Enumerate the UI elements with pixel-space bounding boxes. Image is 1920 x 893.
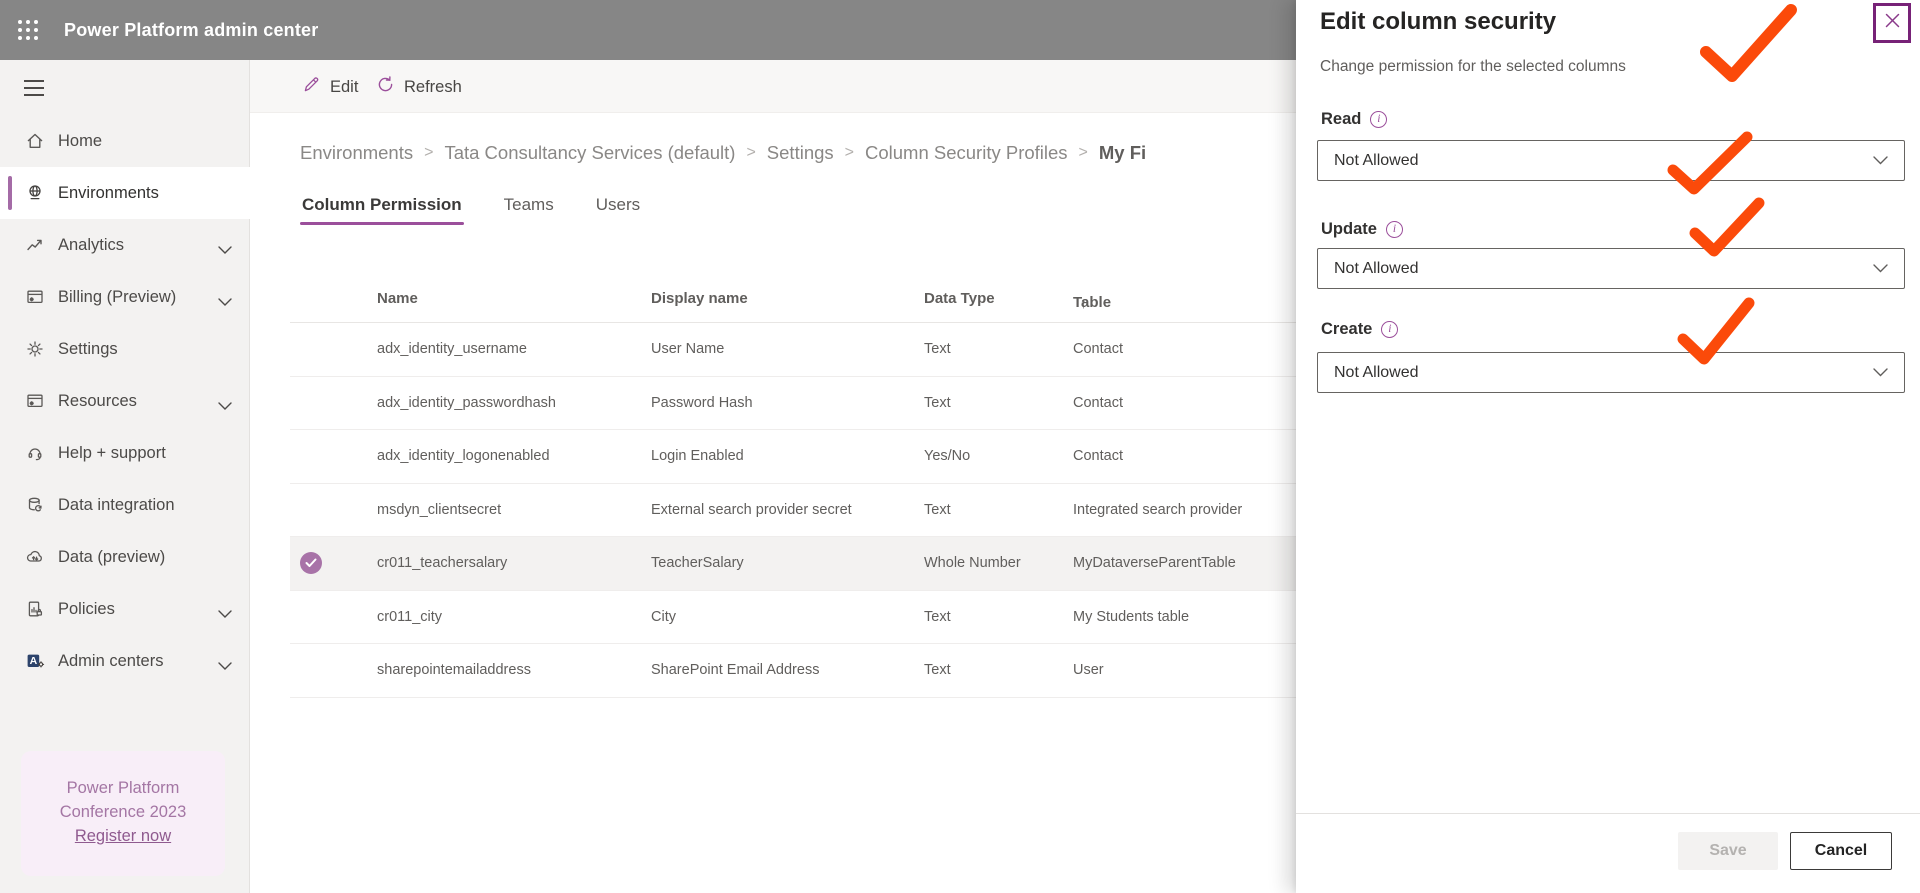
breadcrumb-separator: > <box>1078 144 1088 161</box>
gear-icon <box>24 339 45 360</box>
promo-card: Power Platform Conference 2023 Register … <box>21 751 225 876</box>
tab-teams[interactable]: Teams <box>504 195 554 225</box>
chevron-down-icon <box>218 293 232 311</box>
column-header-data-type[interactable]: Data Type <box>924 289 995 309</box>
save-button[interactable]: Save <box>1678 832 1778 870</box>
tab-bar: Column Permission Teams Users <box>300 192 682 225</box>
breadcrumb-settings[interactable]: Settings <box>767 142 834 164</box>
globe-icon <box>24 183 45 204</box>
edit-column-security-panel: Edit column security Change permission f… <box>1296 0 1920 893</box>
table-header: Name Display name Data Type Table ↑ <box>290 285 1296 323</box>
admin-centers-icon: A <box>24 651 45 672</box>
refresh-button[interactable]: Refresh <box>376 74 462 100</box>
breadcrumb-current: My Fi <box>1098 142 1147 163</box>
breadcrumb-environments[interactable]: Environments <box>300 142 413 164</box>
refresh-label: Refresh <box>404 77 462 96</box>
sidebar-item-policies[interactable]: Policies <box>0 583 250 635</box>
app-title: Power Platform admin center <box>64 19 319 40</box>
panel-subtitle: Change permission for the selected colum… <box>1320 58 1626 75</box>
sidebar-item-resources[interactable]: Resources <box>0 375 250 427</box>
breadcrumb-separator: > <box>844 144 854 161</box>
table-row-selected[interactable]: cr011_teachersalary TeacherSalary Whole … <box>290 537 1296 591</box>
sidebar-item-home[interactable]: Home <box>0 115 250 167</box>
close-button[interactable] <box>1873 3 1911 43</box>
chevron-down-icon <box>218 241 232 259</box>
chevron-down-icon <box>218 605 232 623</box>
sidebar-item-analytics[interactable]: Analytics <box>0 219 250 271</box>
read-field-label: Read i <box>1321 106 1388 132</box>
sidebar-item-admin-centers[interactable]: A Admin centers <box>0 635 250 687</box>
panel-footer: Save Cancel <box>1296 813 1920 893</box>
table-row[interactable]: adx_identity_logonenabled Login Enabled … <box>290 430 1296 484</box>
update-field-label: Update i <box>1321 216 1403 242</box>
info-icon[interactable]: i <box>1370 110 1388 128</box>
update-dropdown[interactable]: Not Allowed <box>1317 248 1905 289</box>
sort-ascending-icon: ↑ <box>1080 295 1087 311</box>
sidebar: Home Environments Analytics Billing (Pre… <box>0 60 250 893</box>
home-icon <box>24 131 45 152</box>
breadcrumb-separator: > <box>424 144 434 161</box>
breadcrumb: Environments > Tata Consultancy Services… <box>300 142 1146 164</box>
billing-icon <box>24 287 45 308</box>
table-row[interactable]: adx_identity_passwordhash Password Hash … <box>290 377 1296 430</box>
selected-check-icon[interactable] <box>300 552 322 575</box>
database-icon <box>24 495 45 516</box>
register-now-link[interactable]: Register now <box>75 824 171 848</box>
sidebar-nav: Home Environments Analytics Billing (Pre… <box>0 115 250 687</box>
column-header-name[interactable]: Name <box>377 289 418 309</box>
table-row[interactable]: sharepointemailaddress SharePoint Email … <box>290 644 1296 698</box>
chevron-down-icon <box>218 397 232 415</box>
column-header-display-name[interactable]: Display name <box>651 289 748 309</box>
promo-line1: Power Platform <box>66 779 180 797</box>
sidebar-item-data-integration[interactable]: Data integration <box>0 479 250 531</box>
sidebar-item-environments[interactable]: Environments <box>0 167 250 219</box>
promo-line2: Conference 2023 <box>59 803 187 821</box>
headset-icon <box>24 443 45 464</box>
close-icon <box>1884 12 1901 34</box>
table-row[interactable]: adx_identity_username User Name Text Con… <box>290 323 1296 377</box>
chevron-down-icon <box>218 657 232 675</box>
svg-text:A: A <box>29 655 37 667</box>
refresh-icon <box>376 75 395 99</box>
panel-title: Edit column security <box>1320 8 1557 35</box>
edit-label: Edit <box>330 77 359 96</box>
info-icon[interactable]: i <box>1381 320 1399 338</box>
app-window: Power Platform admin center Home Environ… <box>0 0 1920 893</box>
table-body: adx_identity_username User Name Text Con… <box>290 323 1296 698</box>
table-row[interactable]: cr011_city City Text My Students table <box>290 591 1296 644</box>
create-dropdown[interactable]: Not Allowed <box>1317 352 1905 393</box>
chevron-down-icon <box>1873 364 1888 382</box>
sidebar-item-data-preview[interactable]: Data (preview) <box>0 531 250 583</box>
tab-users[interactable]: Users <box>596 195 640 225</box>
sidebar-item-settings[interactable]: Settings <box>0 323 250 375</box>
edit-button[interactable]: Edit <box>302 74 358 100</box>
sidebar-item-billing[interactable]: Billing (Preview) <box>0 271 250 323</box>
policies-icon <box>24 599 45 620</box>
breadcrumb-environment-name[interactable]: Tata Consultancy Services (default) <box>444 142 735 164</box>
pencil-icon <box>302 75 321 99</box>
analytics-icon <box>24 235 45 256</box>
create-field-label: Create i <box>1321 316 1399 342</box>
breadcrumb-column-security-profiles[interactable]: Column Security Profiles <box>865 142 1068 164</box>
sidebar-item-help-support[interactable]: Help + support <box>0 427 250 479</box>
chevron-down-icon <box>1873 260 1888 278</box>
hamburger-icon[interactable] <box>24 80 44 96</box>
table-row[interactable]: msdyn_clientsecret External search provi… <box>290 484 1296 537</box>
cloud-icon <box>24 547 45 568</box>
info-icon[interactable]: i <box>1385 220 1403 238</box>
waffle-menu-icon[interactable] <box>0 0 56 60</box>
chevron-down-icon <box>1873 152 1888 170</box>
tab-column-permission[interactable]: Column Permission <box>300 195 464 225</box>
resources-icon <box>24 391 45 412</box>
read-dropdown[interactable]: Not Allowed <box>1317 140 1905 181</box>
cancel-button[interactable]: Cancel <box>1790 832 1892 870</box>
breadcrumb-separator: > <box>746 144 756 161</box>
